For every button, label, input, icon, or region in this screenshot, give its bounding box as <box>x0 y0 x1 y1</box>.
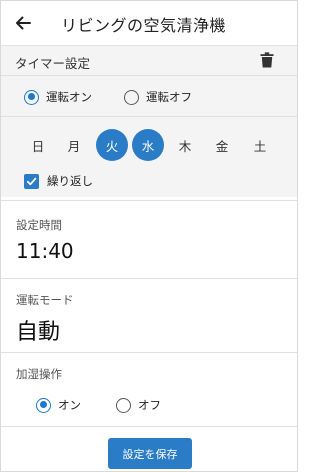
humidify-label: 加湿操作 <box>16 367 62 381</box>
day-wed[interactable]: 水 <box>132 129 164 161</box>
day-fri[interactable]: 金 <box>206 129 238 161</box>
power-off-label: 運転オフ <box>146 90 192 104</box>
run-mode-label: 運転モード <box>16 293 74 307</box>
power-on-option[interactable]: 運転オン <box>24 89 92 105</box>
app-frame: リビングの空気清浄機 タイマー設定 運転オン 運転オフ 日 月 火 水 木 金 <box>0 0 298 472</box>
humidify-off-radio[interactable] <box>116 397 131 413</box>
run-mode-value[interactable]: 自動 <box>16 314 60 346</box>
time-divider <box>1 278 297 279</box>
check-icon <box>26 177 37 185</box>
humidify-off-label: オフ <box>138 398 161 412</box>
repeat-option[interactable]: 繰り返し <box>24 173 93 189</box>
back-button[interactable] <box>11 11 35 35</box>
humidify-off-option[interactable]: オフ <box>116 397 161 413</box>
day-thu[interactable]: 木 <box>169 129 201 161</box>
power-off-radio[interactable] <box>124 89 139 105</box>
delete-timer-button[interactable] <box>260 52 276 70</box>
repeat-checkbox[interactable] <box>24 173 39 189</box>
app-header: リビングの空気清浄機 <box>1 1 297 45</box>
day-sun[interactable]: 日 <box>22 129 54 161</box>
day-sat[interactable]: 土 <box>244 129 276 161</box>
power-divider <box>1 116 297 117</box>
days-divider <box>1 200 297 201</box>
day-selector: 日 月 火 水 木 金 土 <box>1 129 297 165</box>
humidify-divider <box>1 426 297 427</box>
humidify-on-radio[interactable] <box>36 397 51 413</box>
set-time-label: 設定時間 <box>16 218 62 232</box>
repeat-label: 繰り返し <box>47 174 93 188</box>
save-settings-button[interactable]: 設定を保存 <box>108 438 192 469</box>
power-off-option[interactable]: 運転オフ <box>124 89 192 105</box>
day-tue[interactable]: 火 <box>96 129 128 161</box>
arrow-left-icon <box>16 16 31 30</box>
mode-divider <box>1 352 297 353</box>
power-on-label: 運転オン <box>46 90 92 104</box>
humidify-on-label: オン <box>58 398 81 412</box>
power-on-radio[interactable] <box>24 89 39 105</box>
set-time-value[interactable]: 11:40 <box>16 239 74 263</box>
day-mon[interactable]: 月 <box>58 129 90 161</box>
trash-icon <box>260 52 274 68</box>
timer-label: タイマー設定 <box>15 56 91 71</box>
timer-divider <box>1 75 297 76</box>
humidify-on-option[interactable]: オン <box>36 397 81 413</box>
page-title: リビングの空気清浄機 <box>61 16 227 35</box>
